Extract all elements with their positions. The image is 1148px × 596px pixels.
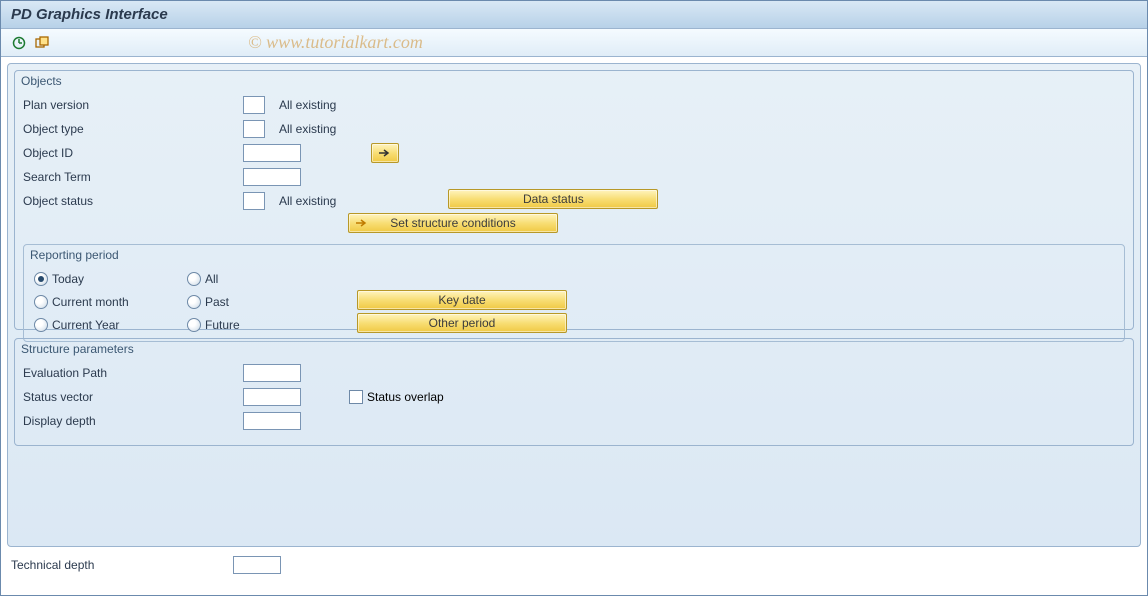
row-search-term: Search Term [23,165,1125,188]
button-set-structure-conditions[interactable]: Set structure conditions [348,213,558,233]
row-plan-version: Plan version All existing [23,93,1125,116]
label-display-depth: Display depth [23,414,243,428]
row-display-depth: Display depth [23,409,1125,432]
input-search-term[interactable] [243,168,301,186]
arrow-right-icon [378,148,392,158]
main-panel: Objects Plan version All existing Object… [7,63,1141,547]
label-today: Today [52,272,84,286]
radio-current-year[interactable] [34,318,48,332]
group-title-structure: Structure parameters [21,342,134,356]
button-other-period[interactable]: Other period [357,313,567,333]
button-key-date[interactable]: Key date [357,290,567,310]
arrow-right-icon [355,218,369,228]
input-display-depth[interactable] [243,412,301,430]
group-reporting-period: Reporting period Today All Current month [23,244,1125,342]
row-eval-path: Evaluation Path [23,361,1125,384]
label-current-month: Current month [52,295,129,309]
label-status-vector: Status vector [23,390,243,404]
label-current-year: Current Year [52,318,119,332]
row-technical-depth: Technical depth [11,553,1147,577]
input-status-vector[interactable] [243,388,301,406]
label-status-overlap: Status overlap [367,390,444,404]
after-object-type: All existing [279,122,336,136]
input-object-type[interactable] [243,120,265,138]
group-structure-parameters: Structure parameters Evaluation Path Sta… [14,338,1134,446]
label-object-id: Object ID [23,146,243,160]
group-title-reporting: Reporting period [30,248,119,262]
input-object-status[interactable] [243,192,265,210]
label-all: All [205,272,218,286]
label-object-type: Object type [23,122,243,136]
after-object-status: All existing [279,194,336,208]
title-bar: PD Graphics Interface [1,1,1147,29]
checkbox-status-overlap[interactable] [349,390,363,404]
label-eval-path: Evaluation Path [23,366,243,380]
label-object-status: Object status [23,194,243,208]
input-technical-depth[interactable] [233,556,281,574]
label-technical-depth: Technical depth [11,558,233,572]
toolbar: © www.tutorialkart.com [1,29,1147,57]
input-object-id[interactable] [243,144,301,162]
after-plan-version: All existing [279,98,336,112]
input-eval-path[interactable] [243,364,301,382]
button-data-status[interactable]: Data status [448,189,658,209]
radio-all[interactable] [187,272,201,286]
execute-icon[interactable] [9,33,29,53]
variant-icon[interactable] [33,33,53,53]
multiple-selection-button[interactable] [371,143,399,163]
label-future: Future [205,318,240,332]
group-title-objects: Objects [21,74,62,88]
radio-today[interactable] [34,272,48,286]
radio-current-month[interactable] [34,295,48,309]
row-status-vector: Status vector Status overlap [23,385,1125,408]
row-object-id: Object ID [23,141,1125,164]
group-objects: Objects Plan version All existing Object… [14,70,1134,330]
label-search-term: Search Term [23,170,243,184]
radio-future[interactable] [187,318,201,332]
watermark: © www.tutorialkart.com [248,32,423,53]
radio-past[interactable] [187,295,201,309]
label-plan-version: Plan version [23,98,243,112]
row-object-status: Object status All existing Data status [23,189,1125,212]
label-past: Past [205,295,229,309]
page-title: PD Graphics Interface [11,6,168,23]
row-object-type: Object type All existing [23,117,1125,140]
input-plan-version[interactable] [243,96,265,114]
